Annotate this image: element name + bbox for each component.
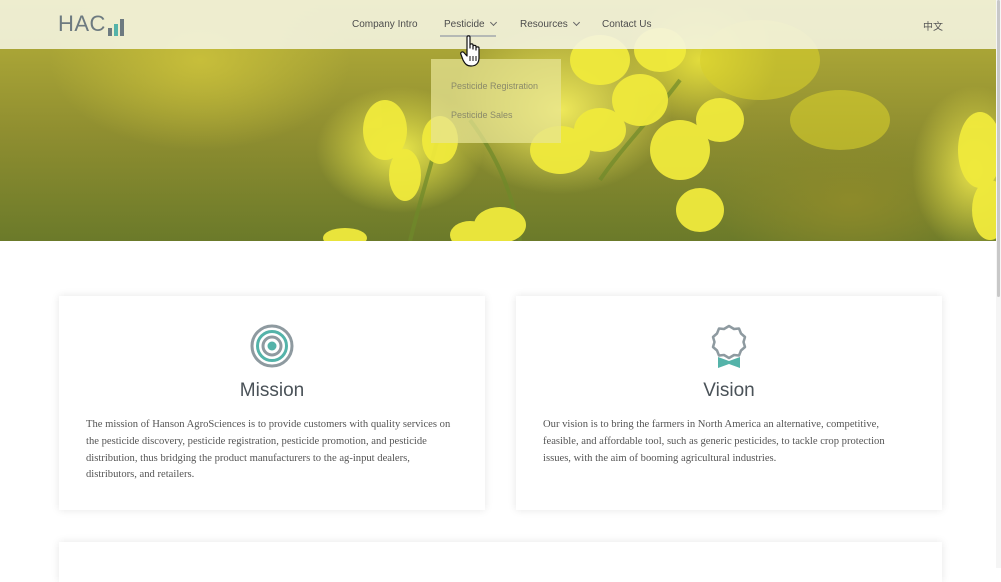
language-switch[interactable]: 中文 bbox=[923, 18, 943, 33]
dropdown-item-pesticide-registration[interactable]: Pesticide Registration bbox=[451, 81, 538, 91]
pesticide-dropdown-menu: Pesticide Registration Pesticide Sales bbox=[431, 59, 561, 143]
award-ribbon-icon bbox=[711, 324, 747, 368]
mission-title: Mission bbox=[239, 380, 305, 401]
scrollbar-thumb[interactable] bbox=[997, 0, 1000, 297]
page-scrollbar[interactable] bbox=[996, 0, 1001, 568]
vision-card: Vision Our vision is to bring the farmer… bbox=[516, 296, 942, 510]
nav-label: Pesticide bbox=[444, 19, 485, 30]
bar-chart-logo-icon bbox=[107, 16, 124, 36]
chevron-down-icon bbox=[489, 18, 497, 27]
logo[interactable]: HAC bbox=[58, 12, 124, 36]
top-navbar: HAC Company Intro Pesticide Resources Co… bbox=[0, 0, 1001, 49]
nav-label: Contact Us bbox=[602, 19, 652, 30]
next-section-card bbox=[59, 542, 942, 582]
dropdown-item-pesticide-sales[interactable]: Pesticide Sales bbox=[451, 110, 513, 120]
nav-label: Resources bbox=[520, 19, 568, 30]
mission-text: The mission of Hanson AgroSciences is to… bbox=[86, 419, 451, 481]
nav-contact-us[interactable]: Contact Us bbox=[602, 18, 651, 32]
logo-text: HAC bbox=[58, 11, 106, 36]
nav-company-intro[interactable]: Company Intro bbox=[352, 18, 418, 32]
target-icon bbox=[250, 324, 294, 368]
hand-pointer-cursor-icon bbox=[460, 35, 480, 67]
chevron-down-icon bbox=[572, 18, 580, 27]
mission-card: Mission The mission of Hanson AgroScienc… bbox=[59, 296, 485, 510]
vision-text: Our vision is to bring the farmers in No… bbox=[543, 419, 885, 464]
vision-title: Vision bbox=[703, 380, 755, 401]
nav-label: Company Intro bbox=[352, 19, 418, 30]
nav-pesticide[interactable]: Pesticide bbox=[444, 18, 497, 32]
nav-resources[interactable]: Resources bbox=[520, 18, 580, 32]
